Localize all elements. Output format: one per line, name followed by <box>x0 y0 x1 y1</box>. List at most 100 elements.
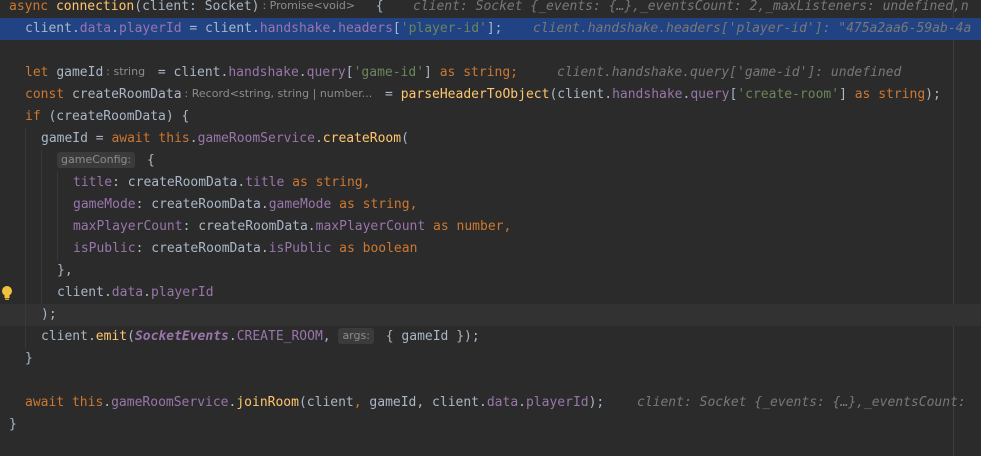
token: handshake <box>612 87 683 102</box>
token: query <box>690 87 730 102</box>
indent-guide <box>25 216 26 238</box>
token: , <box>503 219 512 234</box>
token: . <box>189 131 198 146</box>
token: ); <box>41 307 57 322</box>
token: handshake <box>259 21 331 36</box>
code-line-17[interactable]: } <box>0 348 981 370</box>
indent-guide <box>41 260 42 282</box>
code-line-4[interactable]: let gameId: string = client.handshake.qu… <box>0 62 981 84</box>
type-keyword: string <box>878 87 926 102</box>
token: maxPlayerCount <box>315 219 426 234</box>
function-call[interactable]: emit <box>96 329 127 344</box>
indent-guide <box>25 304 26 326</box>
token: (createRoomData) { <box>48 109 190 124</box>
code-line-12[interactable]: isPublic: createRoomData.isPublic as boo… <box>0 238 981 260</box>
token: isPublic <box>268 241 332 256</box>
token: . <box>111 21 119 36</box>
type-keyword: boolean <box>362 241 418 256</box>
token: (client <box>298 395 354 410</box>
token: , <box>353 395 370 410</box>
token: }, <box>57 263 73 278</box>
function-name[interactable]: connection <box>56 0 134 14</box>
await-keyword: await <box>25 395 72 410</box>
token: : createRoomData. <box>135 241 269 256</box>
return-type-hint: : Promise<void> <box>262 0 356 12</box>
token: . <box>103 395 112 410</box>
code-line-6[interactable]: if (createRoomData) { <box>0 106 981 128</box>
token: (client. <box>549 87 613 102</box>
token: ]; <box>486 21 503 36</box>
token: . <box>314 131 323 146</box>
code-line-2[interactable]: client.data.playerId = client.handshake.… <box>0 18 981 40</box>
function-call[interactable]: createRoom <box>323 131 401 146</box>
function-call[interactable]: parseHeaderToObject <box>401 87 550 102</box>
indent-guide <box>25 128 26 150</box>
token: [ <box>392 21 401 36</box>
token: playerId <box>525 395 589 410</box>
indent-guide <box>25 150 26 172</box>
code-line-15[interactable]: ); <box>0 304 981 326</box>
token: query <box>306 65 346 80</box>
token: = <box>377 87 401 102</box>
variable: createRoomData <box>71 87 182 102</box>
code-line-9[interactable]: title: createRoomData.title as string, <box>0 172 981 194</box>
indent-guide <box>41 194 42 216</box>
function-call[interactable]: joinRoom <box>236 395 299 410</box>
debug-inline-value: client.handshake.headers['player-id']: "… <box>533 21 972 36</box>
indent-guide <box>25 194 26 216</box>
token: . <box>298 65 307 80</box>
enum-name: SocketEvents <box>134 329 229 344</box>
code-line-10[interactable]: gameMode: createRoomData.gameMode as str… <box>0 194 981 216</box>
token: = client. <box>181 21 260 36</box>
token: : createRoomData. <box>112 175 246 190</box>
token: [ <box>345 65 354 80</box>
as-keyword: as <box>284 175 316 190</box>
variable: gameId <box>56 65 104 80</box>
object-key: maxPlayerCount <box>73 219 183 234</box>
token: . <box>330 21 339 36</box>
indent-guide <box>25 238 26 260</box>
await-keyword: await <box>111 131 159 146</box>
code-line-13[interactable]: }, <box>0 260 981 282</box>
token: ( <box>401 131 409 146</box>
object-key: gameMode <box>73 197 136 212</box>
indent-guide <box>57 194 58 216</box>
indent-guide <box>25 172 26 194</box>
code-line-11[interactable]: maxPlayerCount: createRoomData.maxPlayer… <box>0 216 981 238</box>
string-literal: 'create-room' <box>737 87 840 102</box>
indent-guide <box>41 282 42 304</box>
token: . <box>228 329 237 344</box>
debug-inline-value: client.handshake.query['game-id']: undef… <box>557 65 902 80</box>
indent-guide <box>57 216 58 238</box>
code-line-1[interactable]: async connection(client: Socket): Promis… <box>0 0 981 18</box>
lightbulb-icon[interactable] <box>1 285 13 301</box>
token: = client. <box>150 65 229 80</box>
token: , <box>322 329 339 344</box>
code-line-20[interactable]: } <box>0 414 981 436</box>
code-line-5[interactable]: const createRoomData: Record<string, str… <box>0 84 981 106</box>
token: gameId <box>369 395 417 410</box>
token: } <box>9 417 17 432</box>
let-keyword: let <box>25 65 57 80</box>
open-brace: { <box>360 0 384 14</box>
token: gameRoomService <box>197 131 315 146</box>
code-line-16[interactable]: client.emit(SocketEvents.CREATE_ROOM, ar… <box>0 326 981 348</box>
code-line-7[interactable]: gameId = await this.gameRoomService.crea… <box>0 128 981 150</box>
code-line-14[interactable]: client.data.playerId <box>0 282 981 304</box>
token: { <box>139 153 155 168</box>
token: title <box>245 175 285 190</box>
indent-guide <box>25 260 26 282</box>
param-name-hint: args: <box>338 328 374 344</box>
type-keyword: string <box>463 65 511 80</box>
code-editor[interactable]: async connection(client: Socket): Promis… <box>0 0 981 456</box>
code-line-8[interactable]: gameConfig: { <box>0 150 981 172</box>
token: gameId = <box>41 131 112 146</box>
indent-guide <box>57 238 58 260</box>
token: handshake <box>228 65 299 80</box>
as-keyword: as <box>439 65 464 80</box>
token: . <box>143 285 151 300</box>
token: gameRoomService <box>111 395 229 410</box>
code-line-19[interactable]: await this.gameRoomService.joinRoom(clie… <box>0 392 981 414</box>
type-hint: : string <box>106 65 146 78</box>
token: client. <box>25 21 80 36</box>
